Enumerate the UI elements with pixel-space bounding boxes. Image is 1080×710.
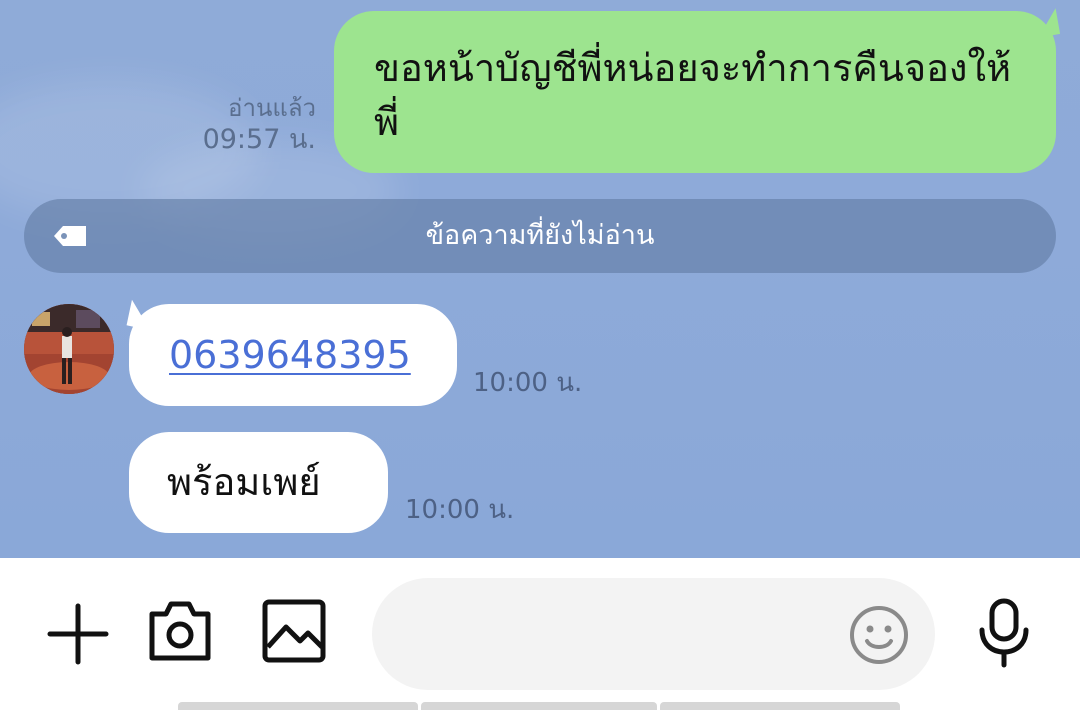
read-receipt: อ่านแล้ว 09:57 น. xyxy=(203,92,316,156)
unread-divider-label: ข้อความที่ยังไม่อ่าน xyxy=(425,220,655,251)
phone-number-link[interactable]: 0639648395 xyxy=(169,333,411,377)
keyboard-toolbar-segment xyxy=(421,702,657,710)
microphone-icon[interactable] xyxy=(976,598,1032,668)
plus-icon[interactable] xyxy=(46,602,110,666)
unread-messages-divider: ข้อความที่ยังไม่อ่าน xyxy=(24,199,1056,273)
outgoing-message-bubble[interactable]: ขอหน้าบัญชีพี่หน่อยจะทำการคืนจองให้พี่ xyxy=(334,11,1056,173)
incoming-message-bubble[interactable]: 0639648395 xyxy=(129,304,457,406)
incoming-message-text: พร้อมเพย์ xyxy=(167,460,321,504)
keyboard-toolbar-segment xyxy=(660,702,900,710)
read-status-label: อ่านแล้ว xyxy=(228,94,316,122)
incoming-message-time: 10:00 น. xyxy=(405,495,515,525)
avatar[interactable] xyxy=(24,304,114,394)
emoji-icon[interactable] xyxy=(848,604,910,666)
incoming-message-time: 10:00 น. xyxy=(473,368,583,398)
camera-icon[interactable] xyxy=(146,598,214,664)
message-text-input[interactable] xyxy=(372,578,935,690)
chat-area[interactable]: อ่านแล้ว 09:57 น. ขอหน้าบัญชีพี่หน่อยจะท… xyxy=(0,0,1080,558)
image-icon[interactable] xyxy=(262,599,326,663)
outgoing-message-time: 09:57 น. xyxy=(202,124,316,155)
avatar-photo xyxy=(24,304,114,394)
outgoing-message-text: ขอหน้าบัญชีพี่หน่อยจะทำการคืนจองให้พี่ xyxy=(374,46,1012,144)
keyboard-toolbar-segment xyxy=(178,702,418,710)
incoming-message-bubble[interactable]: พร้อมเพย์ xyxy=(129,432,388,533)
